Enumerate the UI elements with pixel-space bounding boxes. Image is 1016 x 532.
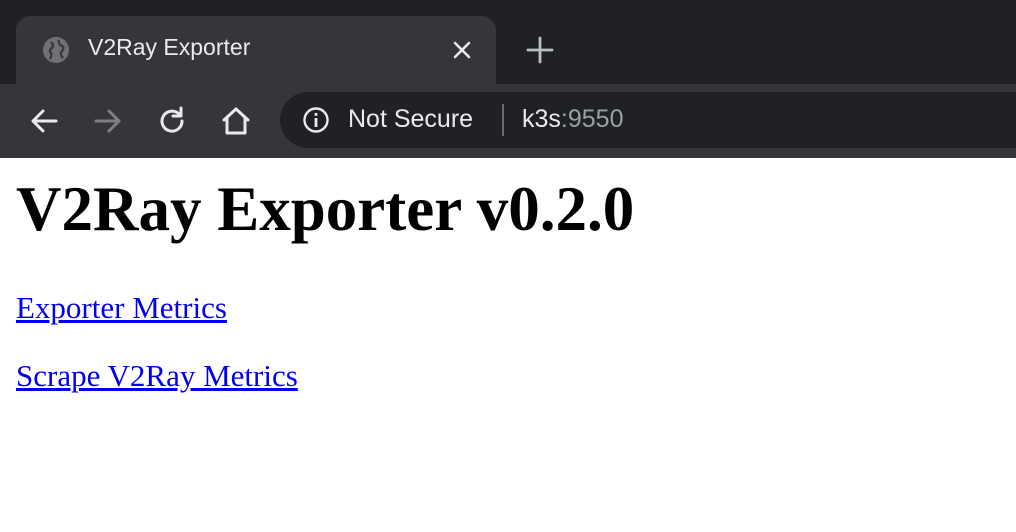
tab-title: V2Ray Exporter (88, 34, 251, 60)
scrape-v2ray-metrics-link[interactable]: Scrape V2Ray Metrics (16, 358, 298, 394)
page-content: V2Ray Exporter v0.2.0 Exporter Metrics S… (0, 158, 1016, 532)
page-title: V2Ray Exporter v0.2.0 (16, 174, 635, 244)
globe-icon (43, 37, 69, 63)
exporter-metrics-link[interactable]: Exporter Metrics (16, 290, 227, 326)
forward-arrow-icon[interactable] (88, 101, 128, 141)
close-icon[interactable] (448, 36, 476, 64)
reload-icon[interactable] (152, 101, 192, 141)
url-text[interactable]: k3s:9550 (522, 105, 623, 134)
omnibox-divider (502, 104, 504, 136)
back-arrow-icon[interactable] (24, 101, 64, 141)
address-bar[interactable]: Not Secure k3s:9550 (280, 92, 1016, 148)
browser-toolbar: Not Secure k3s:9550 (0, 84, 1016, 158)
url-host: k3s (522, 105, 561, 133)
security-status-label[interactable]: Not Secure (348, 105, 473, 134)
home-icon[interactable] (216, 101, 256, 141)
tab-strip: V2Ray Exporter (0, 0, 1016, 84)
info-icon[interactable] (302, 106, 330, 134)
url-port: :9550 (560, 105, 624, 133)
tab-v2ray-exporter[interactable]: V2Ray Exporter (16, 16, 496, 84)
new-tab-plus-icon[interactable] (524, 34, 556, 66)
browser-window: V2Ray Exporter Not Secure k3s:9550 V2Ray… (0, 0, 1016, 532)
